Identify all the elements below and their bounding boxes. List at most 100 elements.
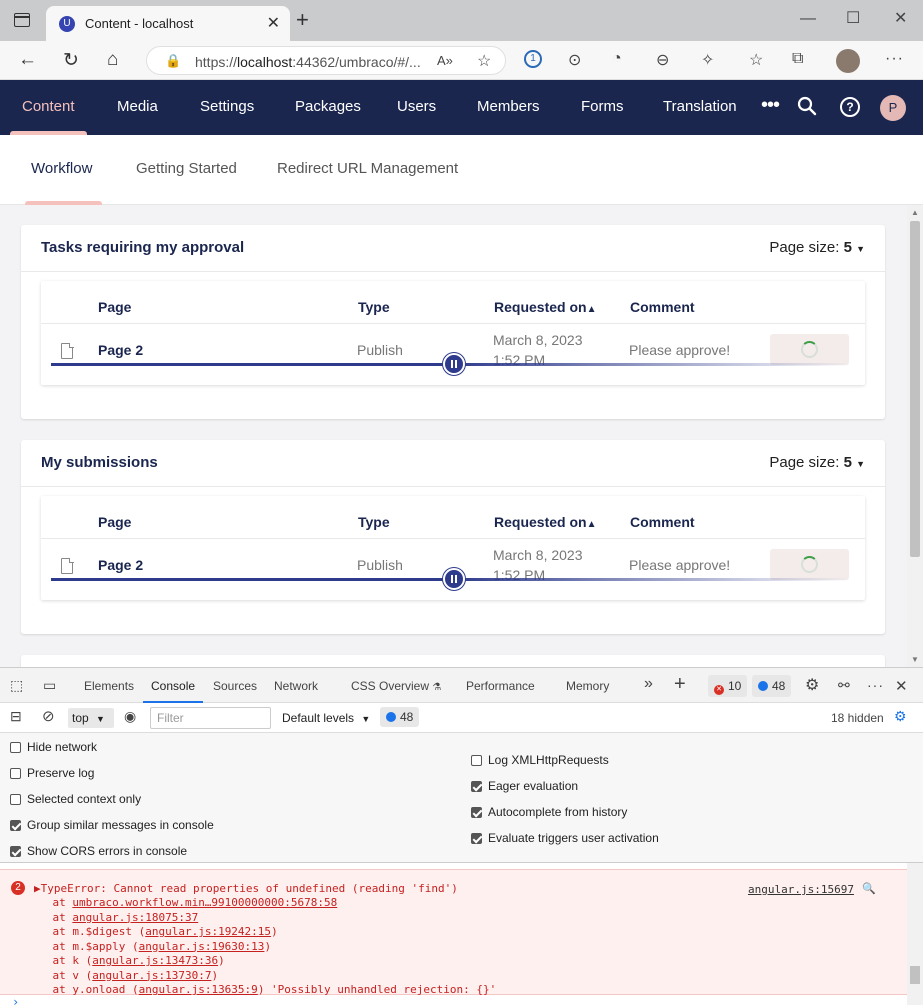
pause-icon[interactable] (443, 353, 465, 375)
console-scrollbar[interactable] (907, 863, 923, 1005)
tab-workflow[interactable]: Workflow (31, 160, 92, 177)
row-page-name[interactable]: Page 2 (98, 342, 143, 358)
home-icon[interactable]: ⌂ (107, 49, 118, 71)
message-count-badge[interactable]: 48 (752, 675, 792, 697)
pause-icon[interactable] (443, 568, 465, 590)
devtools-menu-icon[interactable]: ··· (867, 677, 884, 693)
browser-tab[interactable]: U Content - localhost ✕ (46, 6, 290, 41)
devtools-tab-network[interactable]: Network (274, 679, 318, 693)
device-emulation-icon[interactable]: ▭ (43, 677, 56, 694)
nav-members[interactable]: Members (477, 98, 540, 115)
page-size-select[interactable]: Page size: 5 ▼ (769, 239, 865, 256)
settings-gear-icon[interactable]: ⚙ (805, 675, 819, 695)
preserve-log-checkbox[interactable]: Preserve log (10, 766, 94, 780)
console-prompt[interactable]: › (12, 995, 19, 1005)
minimize-icon[interactable]: — (800, 10, 816, 28)
col-type[interactable]: Type (358, 299, 390, 315)
devtools-tab-sources[interactable]: Sources (213, 679, 257, 693)
scroll-down-icon[interactable]: ▼ (911, 655, 919, 664)
stack-frame-link[interactable]: angular.js:13635:9 (139, 983, 258, 996)
stack-frame-link[interactable]: angular.js:19630:13 (139, 940, 265, 953)
more-tabs-icon[interactable]: » (644, 675, 653, 693)
tab-actions-icon[interactable] (14, 13, 30, 27)
collections-icon[interactable]: ⧉ (792, 50, 803, 68)
menu-icon[interactable]: ··· (885, 50, 904, 68)
error-source-link[interactable]: angular.js:15697 (748, 883, 854, 896)
col-comment[interactable]: Comment (630, 514, 695, 530)
selected-context-only-checkbox[interactable]: Selected context only (10, 792, 141, 806)
log-levels-select[interactable]: Default levels ▼ (282, 711, 370, 725)
col-page[interactable]: Page (98, 514, 131, 530)
search-issue-icon[interactable]: 🔍 (862, 882, 876, 895)
maximize-icon[interactable]: ☐ (846, 8, 860, 28)
help-icon[interactable]: ? (840, 97, 860, 117)
back-icon[interactable]: ← (18, 49, 37, 71)
user-avatar[interactable]: P (880, 95, 906, 121)
search-icon[interactable] (797, 96, 817, 116)
profile-avatar[interactable] (836, 49, 860, 73)
scroll-up-icon[interactable]: ▲ (911, 208, 919, 217)
sidebar-toggle-icon[interactable]: ⊟ (10, 708, 22, 725)
nav-packages[interactable]: Packages (295, 98, 361, 115)
nav-users[interactable]: Users (397, 98, 436, 115)
content-scrollbar[interactable]: ▲ ▼ (907, 205, 923, 667)
add-favorite-icon[interactable]: ☆ (477, 51, 491, 71)
stack-frame-link[interactable]: angular.js:13730:7 (92, 969, 211, 982)
tab-close-icon[interactable]: ✕ (267, 13, 280, 33)
devtools-tab-performance[interactable]: Performance (466, 679, 535, 693)
error-text[interactable]: ▶TypeError: Cannot read properties of un… (34, 882, 458, 895)
scrollbar-thumb[interactable] (910, 221, 920, 557)
col-page[interactable]: Page (98, 299, 131, 315)
more-sections-icon[interactable]: ••• (761, 94, 780, 117)
nav-forms[interactable]: Forms (581, 98, 624, 115)
stack-frame-link[interactable]: angular.js:18075:37 (72, 911, 198, 924)
col-requested-on[interactable]: Requested on▲ (494, 299, 596, 315)
password-manager-icon[interactable]: 1 (524, 50, 542, 68)
stack-frame-link[interactable]: angular.js:13473:36 (92, 954, 218, 967)
action-button[interactable] (770, 549, 849, 580)
col-comment[interactable]: Comment (630, 299, 695, 315)
window-close-icon[interactable]: ✕ (894, 8, 907, 28)
evaluate-triggers-checkbox[interactable]: Evaluate triggers user activation (471, 831, 659, 845)
group-similar-checkbox[interactable]: Group similar messages in console (10, 818, 214, 832)
customize-icon[interactable]: ⚯ (838, 677, 850, 694)
page-size-select[interactable]: Page size: 5 ▼ (769, 454, 865, 471)
tab-redirect-url-management[interactable]: Redirect URL Management (277, 160, 458, 177)
eager-evaluation-checkbox[interactable]: Eager evaluation (471, 779, 578, 793)
refresh-ext-icon[interactable]: ◔ (612, 50, 622, 68)
address-bar[interactable]: 🔒 https://localhost:44362/umbraco/#/... … (146, 46, 506, 75)
extensions-icon[interactable]: ✧ (701, 50, 714, 70)
console-settings-icon[interactable]: ⚙ (894, 708, 907, 725)
devtools-tab-console[interactable]: Console (151, 679, 195, 693)
refresh-icon[interactable]: ↻ (63, 49, 79, 72)
devtools-ext-icon[interactable]: ⊙ (568, 50, 581, 70)
show-cors-errors-checkbox[interactable]: Show CORS errors in console (10, 844, 187, 858)
autocomplete-history-checkbox[interactable]: Autocomplete from history (471, 805, 627, 819)
nav-translation[interactable]: Translation (663, 98, 737, 115)
hide-network-checkbox[interactable]: Hide network (10, 740, 97, 754)
error-count-badge[interactable]: ✕ 10 (708, 675, 748, 697)
new-tab-icon[interactable]: + (296, 9, 309, 31)
lock-icon[interactable]: 🔒 (165, 53, 181, 69)
live-expression-eye-icon[interactable]: ◉ (124, 708, 136, 725)
inspect-icon[interactable]: ⬚ (10, 677, 23, 694)
read-aloud-icon[interactable]: A» (437, 53, 453, 68)
nav-media[interactable]: Media (117, 98, 158, 115)
stack-frame-link[interactable]: angular.js:19242:15 (145, 925, 271, 938)
devtools-tab-memory[interactable]: Memory (566, 679, 609, 693)
filter-input[interactable]: Filter (150, 707, 271, 729)
tab-getting-started[interactable]: Getting Started (136, 160, 237, 177)
action-button[interactable] (770, 334, 849, 365)
scrollbar-thumb[interactable] (910, 966, 920, 984)
context-select[interactable]: top ▼ (68, 708, 114, 728)
col-type[interactable]: Type (358, 514, 390, 530)
col-requested-on[interactable]: Requested on▲ (494, 514, 596, 530)
devtools-tab-css-overview[interactable]: CSS Overview ⚗ (351, 679, 441, 693)
devtools-tab-elements[interactable]: Elements (84, 679, 134, 693)
log-xhr-checkbox[interactable]: Log XMLHttpRequests (471, 753, 609, 767)
clear-console-icon[interactable]: ⊘ (42, 707, 55, 725)
stack-frame-link[interactable]: umbraco.workflow.min…99100000000:5678:58 (72, 896, 337, 909)
devtools-close-icon[interactable]: ✕ (895, 677, 908, 695)
ext-g-icon[interactable]: ⊖ (656, 50, 669, 70)
favorites-icon[interactable]: ☆ (749, 50, 763, 70)
